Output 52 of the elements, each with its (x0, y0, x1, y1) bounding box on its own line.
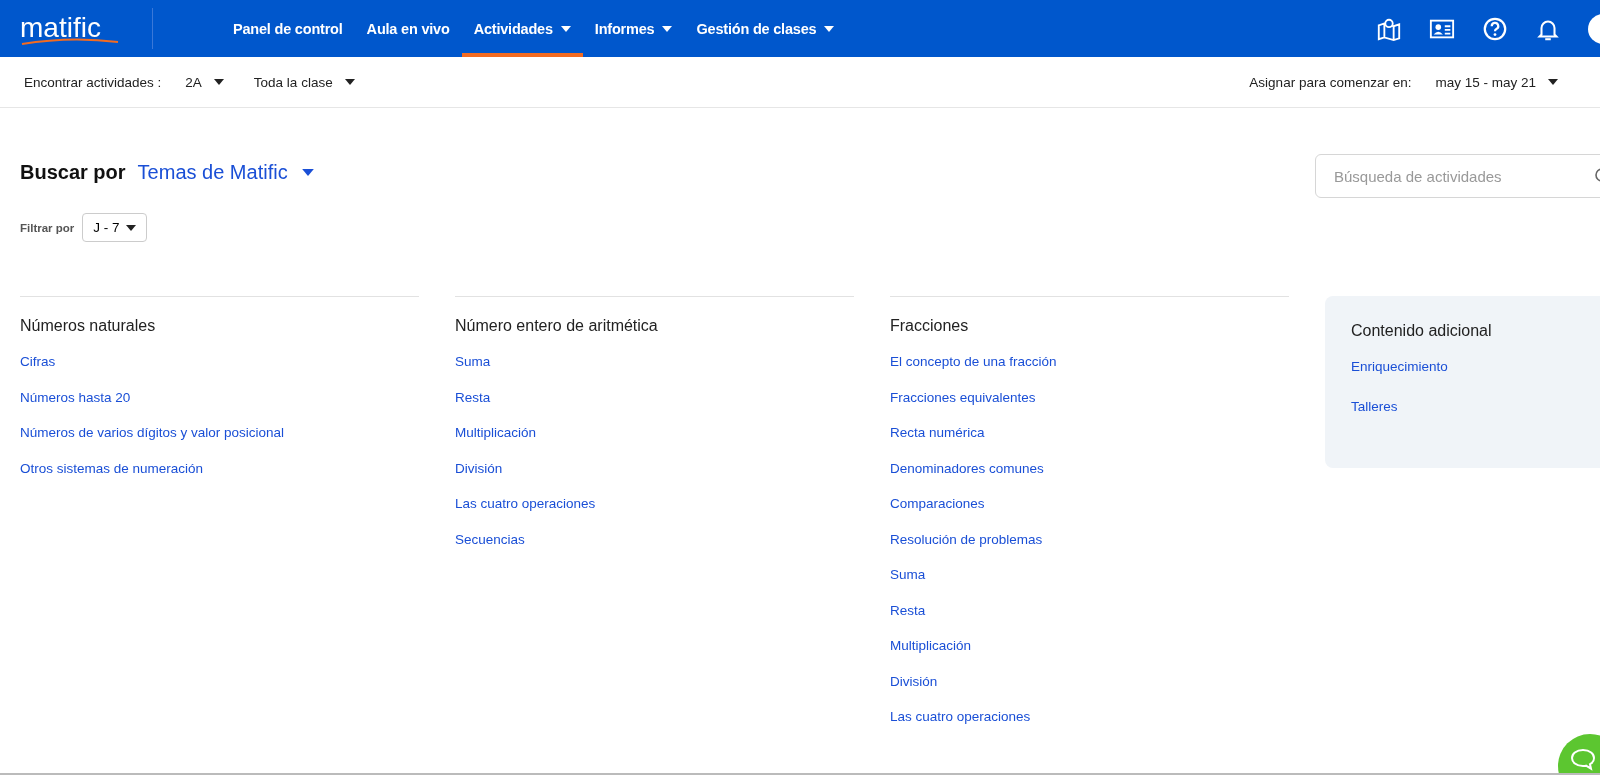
caret-icon (344, 79, 355, 85)
find-label: Encontrar actividades : (24, 74, 162, 90)
caret-icon (125, 224, 136, 231)
topic-link[interactable]: Talleres (1351, 396, 1599, 416)
caret-icon (301, 168, 314, 176)
search-field[interactable]: Búsqueda de actividades (1315, 154, 1600, 198)
topic-dropdown[interactable]: Temas de Matific (137, 160, 314, 184)
topic-link[interactable]: Suma (455, 352, 854, 372)
class-dropdown[interactable]: 2A (185, 74, 224, 90)
topic-link[interactable]: El concepto de una fracción (890, 352, 1289, 372)
caret-icon (824, 25, 835, 32)
nav-tab[interactable]: Actividades (461, 0, 583, 57)
caret-icon (560, 25, 571, 32)
category-heading: Fracciones (890, 317, 970, 335)
topic-link[interactable]: Otros sistemas de numeración (20, 458, 419, 478)
topic-link[interactable]: Las cuatro operaciones (455, 494, 854, 514)
filter-label: Filtrar por (20, 221, 75, 234)
date-range-dropdown[interactable]: may 15 - may 21 (1435, 74, 1558, 90)
topic-link[interactable]: Fracciones equivalentes (890, 387, 1289, 407)
caret-icon (662, 25, 673, 32)
topic-link[interactable]: Multiplicación (890, 636, 1289, 656)
assign-label: Asignar para comenzar en: (1249, 74, 1412, 90)
topic-link[interactable]: Resolución de problemas (890, 529, 1289, 549)
logo[interactable]: matific (20, 0, 128, 57)
group-dropdown[interactable]: Toda la clase (253, 74, 355, 90)
topic-link[interactable]: Secuencias (455, 529, 854, 549)
topic-link[interactable]: Comparaciones (890, 494, 1289, 514)
category-heading: Número entero de aritmética (455, 317, 659, 335)
topic-link[interactable]: Recta numérica (890, 423, 1289, 443)
topic-link[interactable]: Las cuatro operaciones (890, 707, 1289, 727)
topic-link[interactable]: Números hasta 20 (20, 387, 419, 407)
topic-link[interactable]: Cifras (20, 352, 419, 372)
caret-icon (1548, 79, 1558, 85)
category-heading: Números naturales (20, 317, 157, 335)
nav-tab[interactable]: Panel de control (221, 0, 355, 57)
grade-dropdown[interactable]: J - 7 (82, 213, 147, 242)
topic-link[interactable]: Resta (455, 387, 854, 407)
topic-link[interactable]: Resta (890, 600, 1289, 620)
nav-tab[interactable]: Gestión de clases (684, 0, 847, 57)
topic-link[interactable]: Multiplicación (455, 423, 854, 443)
topic-link[interactable]: Enriquecimiento (1351, 357, 1599, 377)
topic-link[interactable]: Denominadores comunes (890, 458, 1289, 478)
topic-link[interactable]: División (890, 671, 1289, 691)
topic-link[interactable]: Números de varios dígitos y valor posicional (20, 423, 419, 443)
topic-link[interactable]: Suma (890, 565, 1289, 585)
category-heading: Contenido adicional (1351, 322, 1493, 340)
browse-label: Buscar por (20, 160, 126, 184)
help-icon[interactable] (1482, 15, 1508, 42)
caret-icon (213, 79, 224, 85)
topic-link[interactable]: División (455, 458, 854, 478)
nav-tab[interactable]: Aula en vivo (354, 0, 462, 57)
nav-tab[interactable]: Informes (582, 0, 685, 57)
